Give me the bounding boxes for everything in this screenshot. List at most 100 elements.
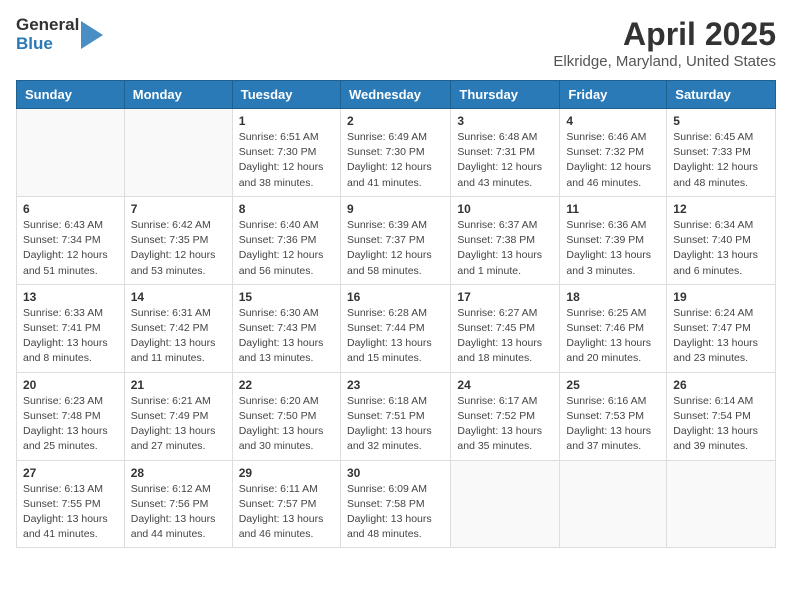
day-info: Sunrise: 6:39 AM Sunset: 7:37 PM Dayligh… xyxy=(347,218,444,279)
day-number: 3 xyxy=(457,114,553,128)
day-number: 30 xyxy=(347,466,444,480)
day-info: Sunrise: 6:14 AM Sunset: 7:54 PM Dayligh… xyxy=(673,394,769,455)
calendar-cell: 11Sunrise: 6:36 AM Sunset: 7:39 PM Dayli… xyxy=(560,196,667,284)
day-number: 28 xyxy=(131,466,226,480)
calendar-week-row: 1 Sunrise: 6:51 AM Sunset: 7:30 PM Daylig… xyxy=(17,109,776,197)
day-number: 24 xyxy=(457,378,553,392)
calendar-cell: 9 Sunrise: 6:39 AM Sunset: 7:37 PM Daylig… xyxy=(340,196,450,284)
logo-text-block: General Blue xyxy=(16,16,79,53)
calendar-table: SundayMondayTuesdayWednesdayThursdayFrid… xyxy=(16,80,776,548)
day-info: Sunrise: 6:30 AM Sunset: 7:43 PM Dayligh… xyxy=(239,306,334,367)
calendar-week-row: 20Sunrise: 6:23 AM Sunset: 7:48 PM Dayli… xyxy=(17,372,776,460)
day-info: Sunrise: 6:46 AM Sunset: 7:32 PM Dayligh… xyxy=(566,130,660,191)
day-number: 2 xyxy=(347,114,444,128)
day-info: Sunrise: 6:40 AM Sunset: 7:36 PM Dayligh… xyxy=(239,218,334,279)
day-number: 13 xyxy=(23,290,118,304)
day-number: 9 xyxy=(347,202,444,216)
calendar-cell: 17 Sunrise: 6:27 AM Sunset: 7:45 PM Dayli… xyxy=(451,284,560,372)
day-info: Sunrise: 6:48 AM Sunset: 7:31 PM Dayligh… xyxy=(457,130,553,191)
calendar-cell: 29 Sunrise: 6:11 AM Sunset: 7:57 PM Dayli… xyxy=(232,460,340,548)
calendar-cell: 2 Sunrise: 6:49 AM Sunset: 7:30 PM Daylig… xyxy=(340,109,450,197)
calendar-week-row: 27Sunrise: 6:13 AM Sunset: 7:55 PM Dayli… xyxy=(17,460,776,548)
calendar-cell: 8 Sunrise: 6:40 AM Sunset: 7:36 PM Daylig… xyxy=(232,196,340,284)
day-number: 1 xyxy=(239,114,334,128)
calendar-cell: 7Sunrise: 6:42 AM Sunset: 7:35 PM Daylig… xyxy=(124,196,232,284)
calendar-cell: 6 Sunrise: 6:43 AM Sunset: 7:34 PM Daylig… xyxy=(17,196,125,284)
calendar-cell xyxy=(560,460,667,548)
day-number: 23 xyxy=(347,378,444,392)
day-info: Sunrise: 6:27 AM Sunset: 7:45 PM Dayligh… xyxy=(457,306,553,367)
logo-blue-text: Blue xyxy=(16,35,79,54)
weekday-header-tuesday: Tuesday xyxy=(232,81,340,109)
page-header: General Blue April 2025 Elkridge, Maryla… xyxy=(16,16,776,70)
calendar-cell: 5 Sunrise: 6:45 AM Sunset: 7:33 PM Daylig… xyxy=(667,109,776,197)
day-info: Sunrise: 6:45 AM Sunset: 7:33 PM Dayligh… xyxy=(673,130,769,191)
day-info: Sunrise: 6:37 AM Sunset: 7:38 PM Dayligh… xyxy=(457,218,553,279)
day-number: 10 xyxy=(457,202,553,216)
calendar-cell: 15 Sunrise: 6:30 AM Sunset: 7:43 PM Dayli… xyxy=(232,284,340,372)
calendar-cell: 26 Sunrise: 6:14 AM Sunset: 7:54 PM Dayli… xyxy=(667,372,776,460)
calendar-cell: 24 Sunrise: 6:17 AM Sunset: 7:52 PM Dayli… xyxy=(451,372,560,460)
day-number: 25 xyxy=(566,378,660,392)
weekday-header-monday: Monday xyxy=(124,81,232,109)
calendar-cell xyxy=(17,109,125,197)
calendar-cell: 12 Sunrise: 6:34 AM Sunset: 7:40 PM Dayli… xyxy=(667,196,776,284)
day-number: 6 xyxy=(23,202,118,216)
weekday-header-friday: Friday xyxy=(560,81,667,109)
day-info: Sunrise: 6:16 AM Sunset: 7:53 PM Dayligh… xyxy=(566,394,660,455)
weekday-header-sunday: Sunday xyxy=(17,81,125,109)
day-info: Sunrise: 6:24 AM Sunset: 7:47 PM Dayligh… xyxy=(673,306,769,367)
day-info: Sunrise: 6:25 AM Sunset: 7:46 PM Dayligh… xyxy=(566,306,660,367)
day-number: 4 xyxy=(566,114,660,128)
calendar-cell: 4 Sunrise: 6:46 AM Sunset: 7:32 PM Daylig… xyxy=(560,109,667,197)
calendar-cell: 21Sunrise: 6:21 AM Sunset: 7:49 PM Dayli… xyxy=(124,372,232,460)
logo: General Blue xyxy=(16,16,103,53)
day-info: Sunrise: 6:49 AM Sunset: 7:30 PM Dayligh… xyxy=(347,130,444,191)
day-info: Sunrise: 6:31 AM Sunset: 7:42 PM Dayligh… xyxy=(131,306,226,367)
day-info: Sunrise: 6:09 AM Sunset: 7:58 PM Dayligh… xyxy=(347,482,444,543)
day-number: 14 xyxy=(131,290,226,304)
calendar-cell: 25 Sunrise: 6:16 AM Sunset: 7:53 PM Dayli… xyxy=(560,372,667,460)
day-info: Sunrise: 6:33 AM Sunset: 7:41 PM Dayligh… xyxy=(23,306,118,367)
day-info: Sunrise: 6:17 AM Sunset: 7:52 PM Dayligh… xyxy=(457,394,553,455)
location-title: Elkridge, Maryland, United States xyxy=(553,53,776,70)
day-info: Sunrise: 6:23 AM Sunset: 7:48 PM Dayligh… xyxy=(23,394,118,455)
day-info: Sunrise: 6:51 AM Sunset: 7:30 PM Dayligh… xyxy=(239,130,334,191)
day-number: 8 xyxy=(239,202,334,216)
calendar-cell: 16 Sunrise: 6:28 AM Sunset: 7:44 PM Dayli… xyxy=(340,284,450,372)
calendar-cell xyxy=(451,460,560,548)
calendar-cell: 20Sunrise: 6:23 AM Sunset: 7:48 PM Dayli… xyxy=(17,372,125,460)
title-area: April 2025 Elkridge, Maryland, United St… xyxy=(553,16,776,70)
day-number: 15 xyxy=(239,290,334,304)
logo-arrow-icon xyxy=(81,21,103,49)
calendar-cell: 3 Sunrise: 6:48 AM Sunset: 7:31 PM Daylig… xyxy=(451,109,560,197)
day-number: 16 xyxy=(347,290,444,304)
calendar-cell: 28 Sunrise: 6:12 AM Sunset: 7:56 PM Dayli… xyxy=(124,460,232,548)
weekday-header-row: SundayMondayTuesdayWednesdayThursdayFrid… xyxy=(17,81,776,109)
calendar-cell xyxy=(124,109,232,197)
calendar-cell: 18 Sunrise: 6:25 AM Sunset: 7:46 PM Dayli… xyxy=(560,284,667,372)
day-info: Sunrise: 6:11 AM Sunset: 7:57 PM Dayligh… xyxy=(239,482,334,543)
calendar-cell: 1 Sunrise: 6:51 AM Sunset: 7:30 PM Daylig… xyxy=(232,109,340,197)
day-number: 11 xyxy=(566,202,660,216)
day-info: Sunrise: 6:34 AM Sunset: 7:40 PM Dayligh… xyxy=(673,218,769,279)
calendar-cell: 14 Sunrise: 6:31 AM Sunset: 7:42 PM Dayli… xyxy=(124,284,232,372)
day-info: Sunrise: 6:28 AM Sunset: 7:44 PM Dayligh… xyxy=(347,306,444,367)
calendar-cell: 13 Sunrise: 6:33 AM Sunset: 7:41 PM Dayli… xyxy=(17,284,125,372)
calendar-cell: 19 Sunrise: 6:24 AM Sunset: 7:47 PM Dayli… xyxy=(667,284,776,372)
day-number: 29 xyxy=(239,466,334,480)
calendar-cell: 10 Sunrise: 6:37 AM Sunset: 7:38 PM Dayli… xyxy=(451,196,560,284)
day-number: 22 xyxy=(239,378,334,392)
day-info: Sunrise: 6:43 AM Sunset: 7:34 PM Dayligh… xyxy=(23,218,118,279)
day-number: 18 xyxy=(566,290,660,304)
day-number: 5 xyxy=(673,114,769,128)
day-number: 17 xyxy=(457,290,553,304)
day-number: 26 xyxy=(673,378,769,392)
day-info: Sunrise: 6:21 AM Sunset: 7:49 PM Dayligh… xyxy=(131,394,226,455)
day-info: Sunrise: 6:13 AM Sunset: 7:55 PM Dayligh… xyxy=(23,482,118,543)
weekday-header-thursday: Thursday xyxy=(451,81,560,109)
day-number: 19 xyxy=(673,290,769,304)
day-number: 12 xyxy=(673,202,769,216)
month-title: April 2025 xyxy=(553,16,776,53)
day-info: Sunrise: 6:12 AM Sunset: 7:56 PM Dayligh… xyxy=(131,482,226,543)
